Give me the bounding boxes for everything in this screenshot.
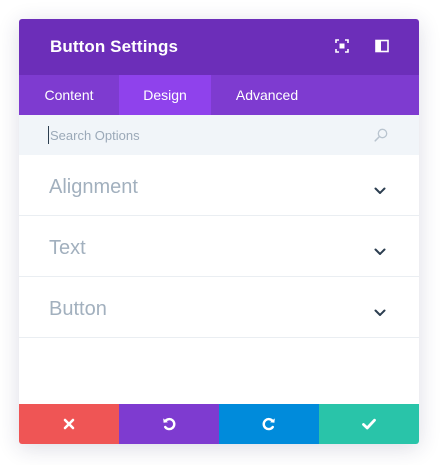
- save-button[interactable]: [319, 404, 419, 444]
- chevron-down-icon[interactable]: [374, 304, 386, 316]
- close-icon: [63, 418, 75, 430]
- tab-bar: Content Design Advanced: [19, 75, 419, 115]
- section-label: Button: [49, 298, 107, 320]
- modal-footer: [19, 404, 419, 444]
- tab-design[interactable]: Design: [119, 75, 211, 115]
- option-groups: Alignment Text Button: [19, 155, 419, 338]
- chevron-down-icon[interactable]: [374, 182, 386, 194]
- redo-icon: [262, 417, 275, 431]
- settings-modal: Button Settings Content Design Advanced: [19, 19, 419, 444]
- section-text[interactable]: Text: [19, 216, 419, 277]
- section-button[interactable]: Button: [19, 277, 419, 338]
- redo-button[interactable]: [219, 404, 319, 444]
- modal-header: Button Settings: [19, 19, 419, 75]
- search-bar: [19, 115, 419, 155]
- split-view-icon[interactable]: [375, 39, 389, 53]
- search-input[interactable]: [48, 126, 348, 144]
- check-icon: [362, 418, 376, 430]
- modal-title: Button Settings: [50, 37, 179, 56]
- section-label: Alignment: [49, 176, 138, 198]
- tab-content[interactable]: Content: [19, 75, 119, 115]
- tab-advanced[interactable]: Advanced: [211, 75, 323, 115]
- search-icon[interactable]: [374, 128, 388, 142]
- undo-button[interactable]: [119, 404, 219, 444]
- section-alignment[interactable]: Alignment: [19, 155, 419, 216]
- undo-icon: [163, 417, 176, 431]
- section-label: Text: [49, 237, 86, 259]
- expand-icon[interactable]: [335, 39, 349, 53]
- chevron-down-icon[interactable]: [374, 243, 386, 255]
- cancel-button[interactable]: [19, 404, 119, 444]
